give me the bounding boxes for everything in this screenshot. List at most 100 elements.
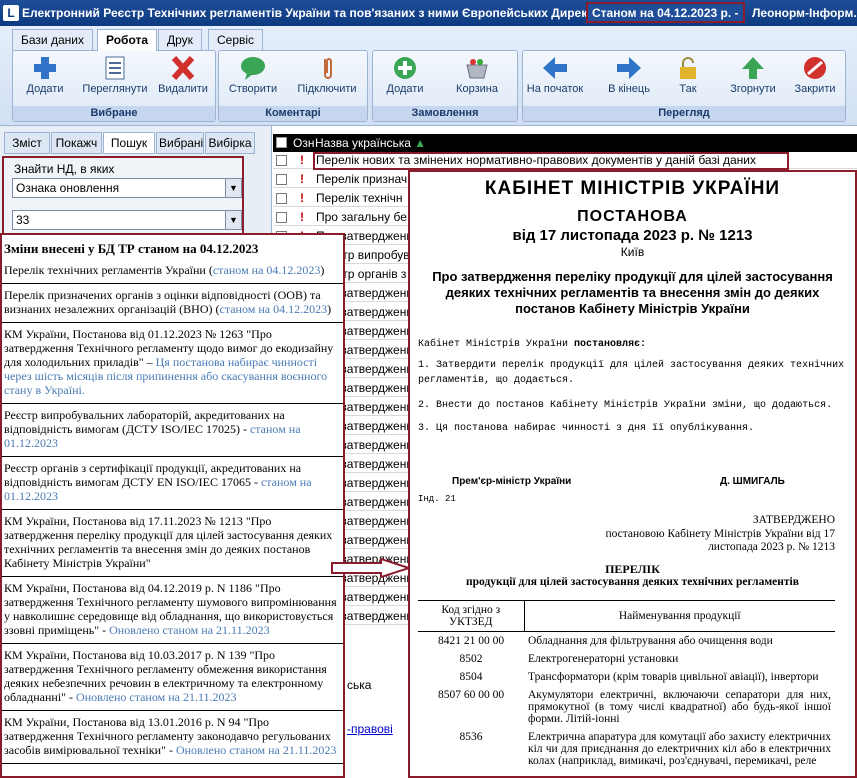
view-end-button[interactable]: В кінець [599, 55, 659, 95]
table-row: 8421 21 00 00 Обладнання для фільтрування… [418, 632, 835, 651]
view-collapse-button[interactable]: Згорнути [723, 55, 783, 95]
item-link[interactable]: станом на 04.12.2023 [213, 263, 321, 277]
item-link[interactable]: станом на 04.12.2023 [220, 302, 328, 316]
view-start-label: На початок [526, 83, 584, 95]
arrow-up-icon [742, 57, 764, 79]
view-start-button[interactable]: На початок [525, 55, 585, 95]
doc-pm-label: Прем'єр-міністр України [452, 476, 572, 487]
tab-search[interactable]: Пошук [103, 132, 155, 154]
comments-attach-label: Підключити [297, 83, 357, 95]
chevron-down-icon[interactable]: ▼ [225, 179, 241, 197]
changes-list: Перелік технічних регламентів України (с… [2, 259, 343, 764]
list-item[interactable]: КМ України, Постанова від 17.11.2023 № 1… [2, 510, 343, 577]
doc-p2: 2. Внести до постанов Кабінету Міністрів… [418, 400, 833, 411]
doc-p1: 1. Затвердити перелік продукції для ціле… [418, 360, 845, 386]
tab-service[interactable]: Сервіс [208, 29, 264, 51]
product-code: 8502 [459, 653, 483, 665]
doc-date: від 17 листопада 2023 р. № 1213 [512, 227, 753, 244]
paperclip-icon [324, 58, 332, 79]
criteria-select[interactable]: Ознака оновлення ▼ [12, 178, 242, 198]
tab-work[interactable]: Робота [97, 29, 158, 51]
orders-add-button[interactable]: Додати [375, 55, 435, 95]
doc-type: ПОСТАНОВА [577, 208, 688, 225]
doc-city: Київ [620, 245, 645, 259]
item-link[interactable]: Оновлено станом на 21.11.2023 [109, 623, 269, 637]
orders-basket-button[interactable]: Корзина [447, 55, 507, 95]
row-checkbox[interactable] [276, 193, 287, 204]
chevron-down-icon[interactable]: ▼ [225, 211, 241, 229]
column-name-label: Назва українська [315, 136, 411, 150]
document-preview: КАБІНЕТ МІНІСТРІВ УКРАЇНИ ПОСТАНОВА від … [408, 170, 857, 778]
list-item[interactable]: Реєстр випробувальних лабораторій, акред… [2, 404, 343, 457]
grid-header: Озн Назва українська ▲ [273, 134, 857, 152]
view-lock-button[interactable]: Так [663, 55, 713, 95]
column-mark[interactable]: Озн [293, 134, 314, 152]
lower-link[interactable]: -правові [347, 722, 393, 736]
tab-contents[interactable]: Зміст [4, 132, 50, 154]
group-view: На початок В кінець Так Згорнути Закрити… [522, 50, 846, 122]
column-name[interactable]: Назва українська ▲ [315, 134, 426, 152]
doc-pm-name: Д. ШМИГАЛЬ [720, 476, 785, 487]
doc-intro-bold: постановляє: [574, 339, 647, 350]
product-name: Трансформатори (крім товарів цивільної а… [528, 671, 819, 683]
tab-favorites[interactable]: Вибрані [156, 132, 204, 154]
comments-create-label: Створити [228, 83, 278, 95]
table-row: 8507 60 00 00 Акумулятори електричні, вкл… [418, 686, 835, 728]
row-checkbox[interactable] [276, 155, 287, 166]
tab-databases[interactable]: Бази даних [12, 29, 93, 51]
favorites-delete-label: Видалити [158, 83, 208, 95]
item-text: Реєстр випробувальних лабораторій, акред… [4, 408, 285, 436]
list-item[interactable]: Перелік технічних регламентів України (с… [2, 259, 343, 284]
tab-index[interactable]: Покажч [51, 132, 102, 154]
product-code: 8504 [459, 671, 483, 683]
favorites-add-button[interactable]: Додати [15, 55, 75, 95]
item-text: Перелік технічних регламентів України ( [4, 263, 213, 277]
group-orders: Додати Корзина Замовлення [372, 50, 518, 122]
product-name: Електрична апаратура для комутації або з… [528, 731, 831, 767]
item-link[interactable]: Оновлено станом на 21.11.2023 [176, 743, 336, 757]
doc-list-title: ПЕРЕЛІК [605, 562, 660, 576]
th-name: Найменування продукції [618, 610, 741, 622]
tab-selection[interactable]: Вибірка [205, 132, 255, 154]
value-field: 33 [16, 213, 30, 227]
item-tail: ) [320, 263, 325, 277]
row-title: Перелік признач [316, 172, 408, 186]
list-item[interactable]: Перелік призначених органів з оцінки від… [2, 284, 343, 323]
item-link[interactable]: Оновлено станом на 21.11.2023 [76, 690, 236, 704]
favorites-view-label: Переглянути [82, 83, 148, 95]
title-bar: L Електронний Реєстр Технічних регламент… [0, 0, 857, 26]
comments-create-button[interactable]: Створити [223, 55, 283, 95]
select-all-checkbox[interactable] [276, 137, 287, 148]
doc-ind: Інд. 21 [418, 494, 456, 504]
list-item[interactable]: КМ України, Постанова від 04.12.2019 р. … [2, 577, 343, 644]
sort-asc-icon: ▲ [414, 136, 427, 150]
product-code: 8421 21 00 00 [437, 635, 505, 647]
doc-p3: 3. Ця постанова набирає чинності з дня ї… [418, 423, 755, 434]
list-item[interactable]: Реєстр органів з сертифікації продукції,… [2, 457, 343, 510]
value-select[interactable]: 33 ▼ [12, 210, 242, 230]
group-comments: Створити Підключити Коментарі [218, 50, 368, 122]
favorites-delete-button[interactable]: Видалити [153, 55, 213, 95]
group-view-label: Перегляд [523, 106, 845, 121]
padlock-icon [680, 57, 696, 79]
row-checkbox[interactable] [276, 174, 287, 185]
view-close-button[interactable]: Закрити [785, 55, 845, 95]
group-favorites: Додати Переглянути Видалити Вибране [12, 50, 216, 122]
list-item[interactable]: КМ України, Постанова від 10.03.2017 р. … [2, 644, 343, 711]
tab-print[interactable]: Друк [158, 29, 202, 51]
comments-attach-button[interactable]: Підключити [297, 55, 357, 95]
list-item[interactable]: КМ України, Постанова від 01.12.2023 № 1… [2, 323, 343, 404]
basket-icon [466, 59, 488, 79]
products-table: Код згідно з УКТЗЕД Найменування продукц… [418, 600, 835, 770]
lower-text-1: ська [347, 678, 372, 692]
selected-row-highlight [313, 152, 789, 170]
plus-icon [34, 57, 56, 79]
search-criteria-box: Знайти НД, в яких Ознака оновлення ▼ 33 … [2, 156, 244, 236]
favorites-view-button[interactable]: Переглянути [81, 55, 149, 95]
row-checkbox[interactable] [276, 212, 287, 223]
product-name: Обладнання для фільтрування або очищення… [528, 635, 773, 647]
delete-x-icon [171, 55, 195, 81]
list-item[interactable]: КМ України, Постанова від 13.01.2016 р. … [2, 711, 343, 764]
list-view-icon [105, 56, 125, 80]
product-code: 8536 [459, 731, 483, 743]
